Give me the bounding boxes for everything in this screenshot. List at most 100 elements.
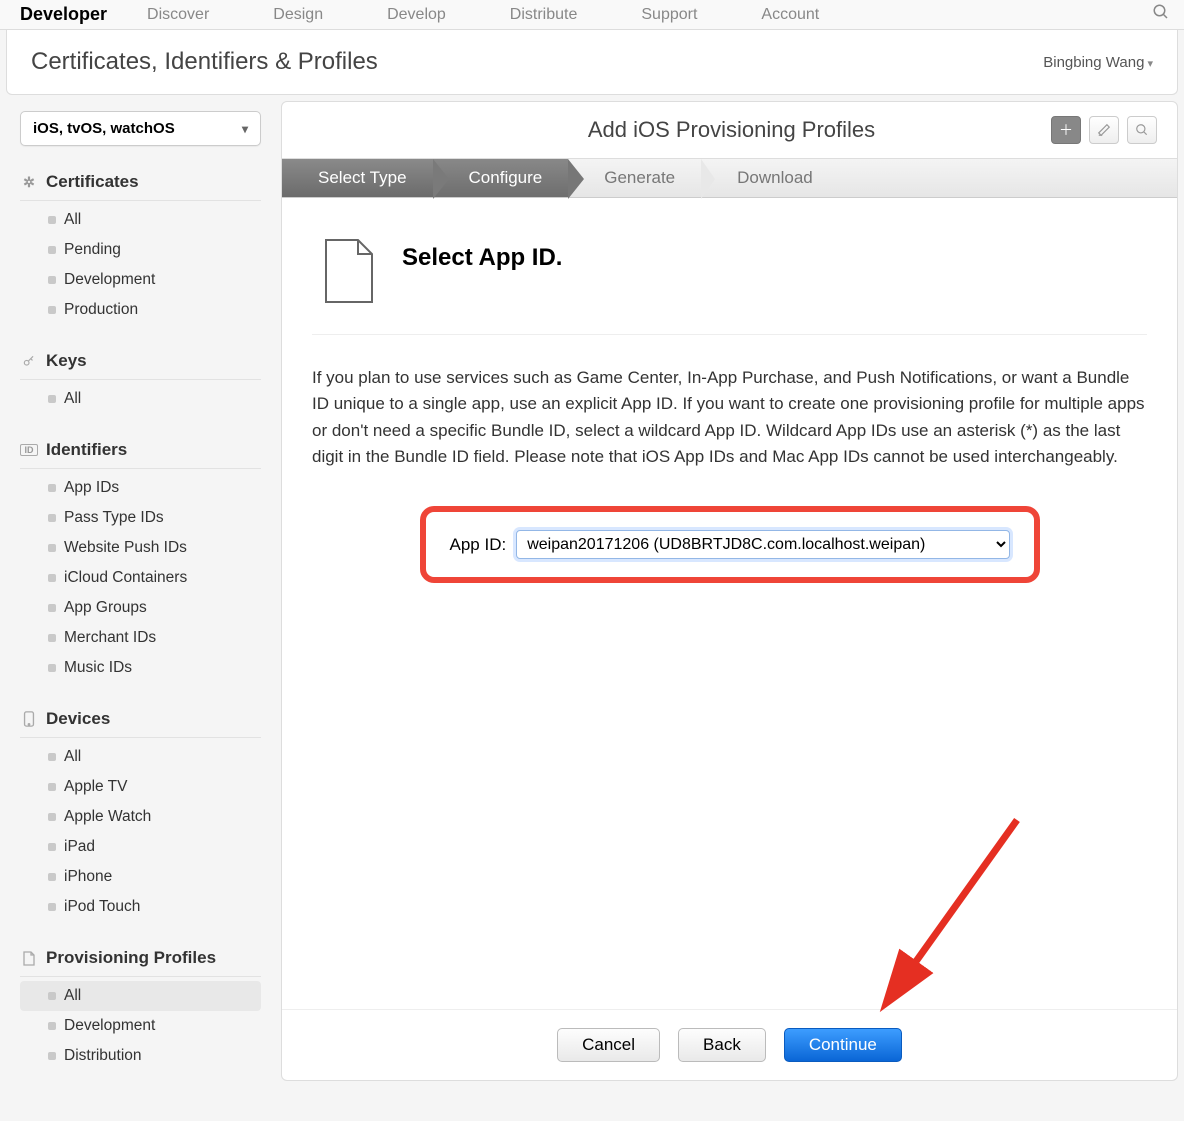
sidebar-item-label: Merchant IDs [64,629,156,647]
nav-link-support[interactable]: Support [641,6,697,24]
continue-button[interactable]: Continue [784,1028,902,1062]
sidebar-item-devices-all[interactable]: All [20,742,261,772]
platform-label: iOS, tvOS, watchOS [33,120,175,137]
content-description: If you plan to use services such as Game… [312,365,1147,470]
cancel-button[interactable]: Cancel [557,1028,660,1062]
nav-group-keys: Keys All [20,351,261,414]
sidebar-item-music-ids[interactable]: Music IDs [20,653,261,683]
app-id-highlight-box: App ID: weipan20171206 (UD8BRTJD8C.com.l… [420,506,1040,583]
step-label: Download [737,168,813,188]
sidebar-item-label: Development [64,1017,155,1035]
sidebar-item-ipod-touch[interactable]: iPod Touch [20,892,261,922]
step-download: Download [701,159,839,197]
nav-head-label: Certificates [46,172,139,192]
content-area: Select App ID. If you plan to use servic… [282,198,1177,1009]
sidebar-item-pass-type-ids[interactable]: Pass Type IDs [20,503,261,533]
main-panel: Add iOS Provisioning Profiles ＋ Select T… [281,101,1178,1081]
sidebar-item-label: iPad [64,838,95,856]
back-button[interactable]: Back [678,1028,766,1062]
sidebar-item-apple-tv[interactable]: Apple TV [20,772,261,802]
nav-link-discover[interactable]: Discover [147,6,209,24]
sidebar-item-label: Website Push IDs [64,539,187,557]
nav-link-distribute[interactable]: Distribute [510,6,578,24]
sidebar-item-label: App Groups [64,599,147,617]
sidebar-item-label: Production [64,301,138,319]
file-icon [20,951,38,966]
sidebar-item-pending[interactable]: Pending [20,235,261,265]
sidebar-item-merchant-ids[interactable]: Merchant IDs [20,623,261,653]
nav-link-develop[interactable]: Develop [387,6,446,24]
sidebar-item-provisioning-distribution[interactable]: Distribution [20,1041,261,1071]
sidebar-item-iphone[interactable]: iPhone [20,862,261,892]
nav-link-design[interactable]: Design [273,6,323,24]
device-icon [20,711,38,727]
nav-head-identifiers: ID Identifiers [20,440,261,469]
nav-group-provisioning: Provisioning Profiles All Development Di… [20,948,261,1071]
footer-buttons: Cancel Back Continue [282,1009,1177,1080]
sidebar-item-apple-watch[interactable]: Apple Watch [20,802,261,832]
sidebar-item-app-groups[interactable]: App Groups [20,593,261,623]
top-nav-links: Discover Design Develop Distribute Suppo… [147,6,1152,24]
document-icon [322,238,376,304]
id-icon: ID [20,444,38,456]
sidebar-item-label: All [64,390,81,408]
sidebar-item-label: Pass Type IDs [64,509,164,527]
nav-group-devices: Devices All Apple TV Apple Watch iPad iP… [20,709,261,922]
brand-label[interactable]: Developer [20,4,107,25]
step-label: Select Type [318,168,407,188]
platform-selector[interactable]: iOS, tvOS, watchOS [20,111,261,146]
app-id-label: App ID: [450,535,507,555]
step-generate: Generate [568,159,701,197]
main-title: Add iOS Provisioning Profiles [412,117,1051,143]
main-toolbar: ＋ [1051,116,1157,144]
nav-group-identifiers: ID Identifiers App IDs Pass Type IDs Web… [20,440,261,683]
sidebar-item-all[interactable]: All [20,205,261,235]
sub-header: Certificates, Identifiers & Profiles Bin… [6,30,1178,95]
sidebar-item-production[interactable]: Production [20,295,261,325]
sidebar-item-label: Apple Watch [64,808,151,826]
step-select-type[interactable]: Select Type [282,159,433,197]
main-header: Add iOS Provisioning Profiles ＋ [282,102,1177,158]
user-menu[interactable]: Bingbing Wang [1043,54,1153,71]
sidebar-item-label: All [64,987,81,1005]
sidebar-item-app-ids[interactable]: App IDs [20,473,261,503]
sidebar-item-label: iCloud Containers [64,569,187,587]
top-nav: Developer Discover Design Develop Distri… [0,0,1184,30]
key-icon [20,354,38,368]
nav-head-devices: Devices [20,709,261,738]
sidebar-item-label: All [64,748,81,766]
sidebar-item-label: All [64,211,81,229]
add-button[interactable]: ＋ [1051,116,1081,144]
content-heading: Select App ID. [402,244,562,272]
sidebar-item-label: Music IDs [64,659,132,677]
nav-link-account[interactable]: Account [761,6,819,24]
sidebar-item-icloud-containers[interactable]: iCloud Containers [20,563,261,593]
gear-icon: ✲ [20,174,38,191]
sidebar: iOS, tvOS, watchOS ✲ Certificates All Pe… [6,101,271,1081]
step-bar: Select Type Configure Generate Download [282,158,1177,198]
sidebar-item-label: Distribution [64,1047,142,1065]
sidebar-item-development[interactable]: Development [20,265,261,295]
sidebar-item-label: iPod Touch [64,898,140,916]
sidebar-item-label: App IDs [64,479,119,497]
edit-button[interactable] [1089,116,1119,144]
nav-head-label: Keys [46,351,87,371]
sidebar-item-label: Apple TV [64,778,127,796]
search-icon[interactable] [1152,3,1170,26]
sidebar-item-label: iPhone [64,868,112,886]
step-label: Configure [469,168,543,188]
step-label: Generate [604,168,675,188]
step-configure[interactable]: Configure [433,159,569,197]
app-id-select[interactable]: weipan20171206 (UD8BRTJD8C.com.localhost… [516,530,1009,559]
sidebar-item-ipad[interactable]: iPad [20,832,261,862]
heading-row: Select App ID. [312,228,1147,335]
nav-head-certificates: ✲ Certificates [20,172,261,201]
sidebar-item-website-push-ids[interactable]: Website Push IDs [20,533,261,563]
sidebar-item-provisioning-development[interactable]: Development [20,1011,261,1041]
sidebar-item-provisioning-all[interactable]: All [20,981,261,1011]
search-button[interactable] [1127,116,1157,144]
sidebar-item-label: Development [64,271,155,289]
nav-head-label: Identifiers [46,440,127,460]
nav-group-certificates: ✲ Certificates All Pending Development P… [20,172,261,325]
sidebar-item-keys-all[interactable]: All [20,384,261,414]
